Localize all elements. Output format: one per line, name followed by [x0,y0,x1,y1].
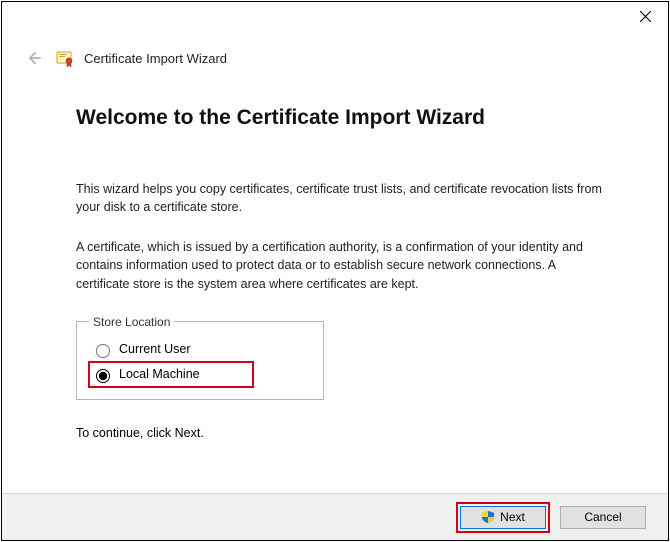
page-heading: Welcome to the Certificate Import Wizard [76,106,608,130]
store-location-group: Store Location Current User Local Machin… [76,315,324,400]
uac-shield-icon [481,510,495,524]
close-icon [640,9,651,25]
wizard-window: Certificate Import Wizard Welcome to the… [1,1,669,541]
intro-paragraph-1: This wizard helps you copy certificates,… [76,180,606,216]
wizard-footer: Next Cancel [2,493,668,540]
close-button[interactable] [622,2,668,32]
radio-current-user-label: Current User [119,342,191,356]
store-location-legend: Store Location [89,315,174,329]
next-button[interactable]: Next [460,506,546,529]
wizard-title: Certificate Import Wizard [84,51,227,66]
radio-local-machine-input[interactable] [96,369,110,383]
titlebar [2,2,668,36]
cancel-button-label: Cancel [584,510,621,524]
radio-current-user[interactable]: Current User [89,337,313,362]
intro-paragraph-2: A certificate, which is issued by a cert… [76,238,606,292]
wizard-header: Certificate Import Wizard [2,36,668,76]
next-button-label: Next [500,510,525,524]
cancel-button[interactable]: Cancel [560,506,646,529]
wizard-content: Welcome to the Certificate Import Wizard… [2,76,668,493]
next-button-highlight: Next [456,502,550,533]
radio-current-user-input[interactable] [96,344,110,358]
radio-local-machine[interactable]: Local Machine [89,362,253,387]
back-arrow-icon [22,46,46,70]
continue-text: To continue, click Next. [76,426,608,440]
radio-local-machine-label: Local Machine [119,367,200,381]
certificate-icon [56,49,74,67]
